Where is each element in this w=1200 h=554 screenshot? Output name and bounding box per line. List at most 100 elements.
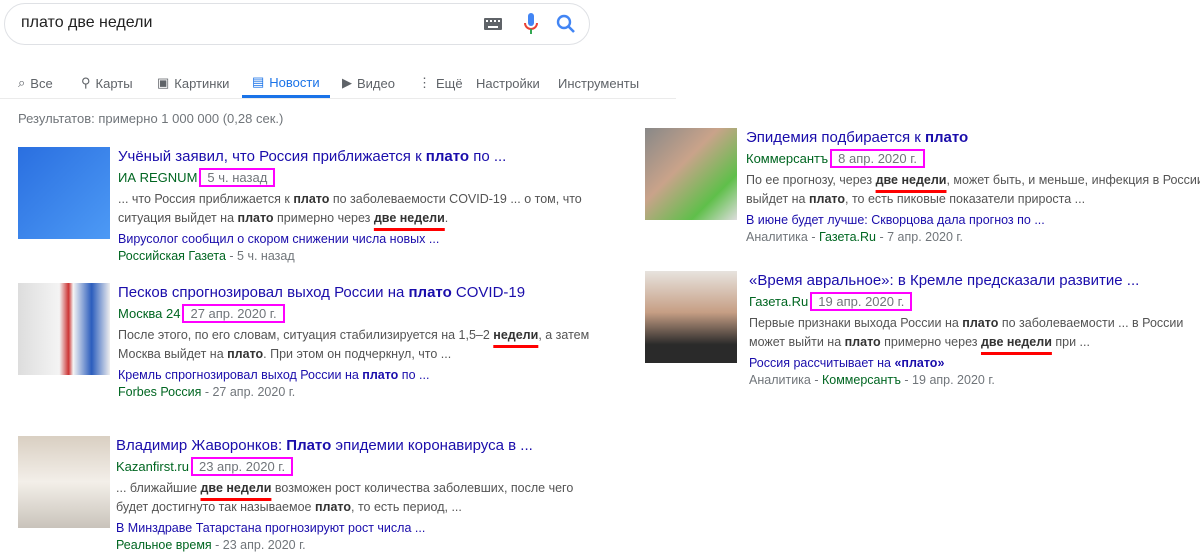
snippet-line: выйдет на плато, то есть пиковые показат… bbox=[746, 190, 1200, 209]
related-story-link[interactable]: Россия рассчитывает на «плато» bbox=[749, 355, 1183, 372]
related-source-text: - 23 апр. 2020 г. bbox=[211, 538, 306, 552]
tab-label: Все bbox=[30, 75, 53, 91]
source-name: Москва 24 bbox=[118, 306, 181, 321]
result-thumbnail[interactable] bbox=[18, 147, 110, 239]
tab-1[interactable]: ⚲ Карты bbox=[81, 69, 133, 97]
snippet-text: будет достигнуто так называемое bbox=[116, 500, 315, 514]
related-story-link[interactable]: Вирусолог сообщил о скором снижении числ… bbox=[118, 231, 582, 248]
snippet-text: при ... bbox=[1051, 335, 1090, 349]
pin-icon: ⚲ bbox=[81, 75, 91, 90]
search-input[interactable] bbox=[19, 13, 463, 33]
tab-4[interactable]: ▶ Видео bbox=[342, 69, 395, 97]
snippet-text: , а затем bbox=[538, 328, 590, 342]
related-source: Аналитика - Коммерсантъ - 19 апр. 2020 г… bbox=[749, 372, 1183, 389]
snippet-line: ... что Россия приближается к плато по з… bbox=[118, 190, 582, 209]
title-text: COVID-19 bbox=[451, 284, 526, 301]
result-title-link[interactable]: Учёный заявил, что Россия приближается к… bbox=[118, 147, 582, 167]
highlighted-term: две недели bbox=[373, 211, 445, 225]
related-source-text: - 27 апр. 2020 г. bbox=[201, 385, 296, 399]
search-tabs: ⌕ Все ⚲ Карты ▣ Картинки ▤ Новости ▶ Видео ⋮ Ещё Нас… bbox=[0, 62, 676, 99]
snippet-text: ... ближайшие bbox=[116, 481, 201, 495]
snippet-text: плато bbox=[314, 500, 352, 514]
related-story-link[interactable]: Кремль спрогнозировал выход России на пл… bbox=[118, 367, 589, 384]
result-thumbnail[interactable] bbox=[18, 283, 110, 375]
title-text: эпидемии коронавируса в ... bbox=[331, 437, 533, 454]
tab-0[interactable]: ⌕ Все bbox=[18, 69, 53, 97]
result-thumbnail[interactable] bbox=[645, 271, 737, 363]
snippet-text: плато bbox=[293, 192, 330, 206]
result-thumbnail[interactable] bbox=[18, 436, 110, 528]
snippet-text: плато bbox=[237, 211, 274, 225]
search-icon: ⌕ bbox=[18, 75, 26, 90]
result-source-line: Коммерсантъ 8 апр. 2020 г. bbox=[746, 149, 1200, 168]
related-source-text: Коммерсантъ bbox=[821, 373, 901, 387]
result-thumbnail[interactable] bbox=[645, 128, 737, 220]
snippet-line: будет достигнуто так называемое плато, т… bbox=[116, 498, 573, 517]
tab-3[interactable]: ▤ Новости bbox=[242, 69, 330, 98]
snippet-text: плато bbox=[227, 347, 264, 361]
tab-7[interactable]: Инструменты bbox=[558, 69, 639, 97]
tab-2[interactable]: ▣ Картинки bbox=[157, 69, 229, 97]
title-text: Эпидемия подбирается к bbox=[746, 129, 925, 146]
related-source-text: Аналитика - bbox=[749, 373, 822, 387]
related-text: по ... bbox=[398, 368, 430, 382]
title-text: по ... bbox=[469, 148, 507, 165]
title-text: Владимир Жаворонков: bbox=[116, 437, 287, 454]
tab-6[interactable]: Настройки bbox=[476, 69, 540, 97]
snippet-text: по заболеваемости COVID-19 ... о том, чт… bbox=[329, 192, 582, 206]
related-text: В Минздраве Татарстана прогнозируют рост… bbox=[116, 521, 426, 535]
related-story-link[interactable]: В Минздраве Татарстана прогнозируют рост… bbox=[116, 520, 573, 537]
highlighted-term: две недели bbox=[200, 481, 272, 495]
result-title-link[interactable]: Эпидемия подбирается к плато bbox=[746, 128, 1200, 148]
result-title-link[interactable]: «Время авральное»: в Кремле предсказали … bbox=[749, 271, 1183, 291]
related-source: Реальное время - 23 апр. 2020 г. bbox=[116, 537, 573, 554]
title-text: плато bbox=[408, 284, 452, 301]
result-snippet: По ее прогнозу, через две недели, может … bbox=[746, 171, 1200, 209]
title-text: плато bbox=[425, 148, 470, 165]
image-icon: ▣ bbox=[157, 75, 170, 90]
play-icon: ▶ bbox=[342, 75, 352, 90]
result-source-line: Газета.Ru 19 апр. 2020 г. bbox=[749, 292, 1183, 311]
result-title-link[interactable]: Владимир Жаворонков: Плато эпидемии коро… bbox=[116, 436, 573, 456]
result-stats: Результатов: примерно 1 000 000 (0,28 се… bbox=[18, 111, 284, 126]
related-text: «плато» bbox=[894, 356, 945, 370]
related-text: Кремль спрогнозировал выход России на bbox=[118, 368, 363, 382]
snippet-text: плато bbox=[962, 316, 999, 330]
tab-label: Настройки bbox=[476, 75, 540, 91]
result-snippet: Первые признаки выхода России на плато п… bbox=[749, 314, 1183, 352]
search-icon[interactable] bbox=[555, 13, 577, 35]
snippet-line: ... ближайшие две недели возможен рост к… bbox=[116, 479, 573, 498]
microphone-icon[interactable] bbox=[523, 13, 539, 35]
related-story-link[interactable]: В июне будет лучше: Скворцова дала прогн… bbox=[746, 212, 1200, 229]
keyboard-icon[interactable] bbox=[483, 16, 503, 32]
title-text: Плато bbox=[286, 437, 332, 454]
date-highlight: 27 апр. 2020 г. bbox=[182, 304, 285, 323]
snippet-text: выйдет на bbox=[746, 192, 809, 206]
snippet-text: Москва выйдет на bbox=[118, 347, 228, 361]
title-text: Песков спрогнозировал выход России на bbox=[118, 284, 409, 301]
date-highlight: 8 апр. 2020 г. bbox=[830, 149, 926, 168]
source-name: Kazanfirst.ru bbox=[116, 459, 189, 474]
tab-label: Ещё bbox=[436, 75, 463, 91]
snippet-text: По ее прогнозу, через bbox=[746, 173, 876, 187]
result-source-line: ИА REGNUM 5 ч. назад bbox=[118, 168, 582, 187]
source-name: Коммерсантъ bbox=[746, 151, 829, 166]
tab-5[interactable]: ⋮ Ещё bbox=[418, 69, 463, 97]
related-source: Forbes Россия - 27 апр. 2020 г. bbox=[118, 384, 589, 401]
search-box[interactable] bbox=[4, 3, 590, 45]
snippet-line: Москва выйдет на плато. При этом он подч… bbox=[118, 345, 589, 364]
date-highlight: 23 апр. 2020 г. bbox=[190, 457, 294, 476]
snippet-text: может выйти на bbox=[749, 335, 845, 349]
snippet-text: . При этом он подчеркнул, что ... bbox=[263, 347, 452, 361]
snippet-line: Первые признаки выхода России на плато п… bbox=[749, 314, 1183, 333]
snippet-line: После этого, по его словам, ситуация ста… bbox=[118, 326, 589, 345]
related-source-text: Forbes Россия bbox=[118, 385, 202, 399]
result-title-link[interactable]: Песков спрогнозировал выход России на пл… bbox=[118, 283, 589, 303]
snippet-text: плато bbox=[844, 335, 881, 349]
snippet-line: По ее прогнозу, через две недели, может … bbox=[746, 171, 1200, 190]
snippet-text: ... что Россия приближается к bbox=[118, 192, 294, 206]
highlighted-term: недели bbox=[493, 328, 539, 342]
result-snippet: ... что Россия приближается к плато по з… bbox=[118, 190, 582, 228]
tab-label: Картинки bbox=[174, 75, 230, 91]
snippet-text: . bbox=[444, 211, 449, 225]
